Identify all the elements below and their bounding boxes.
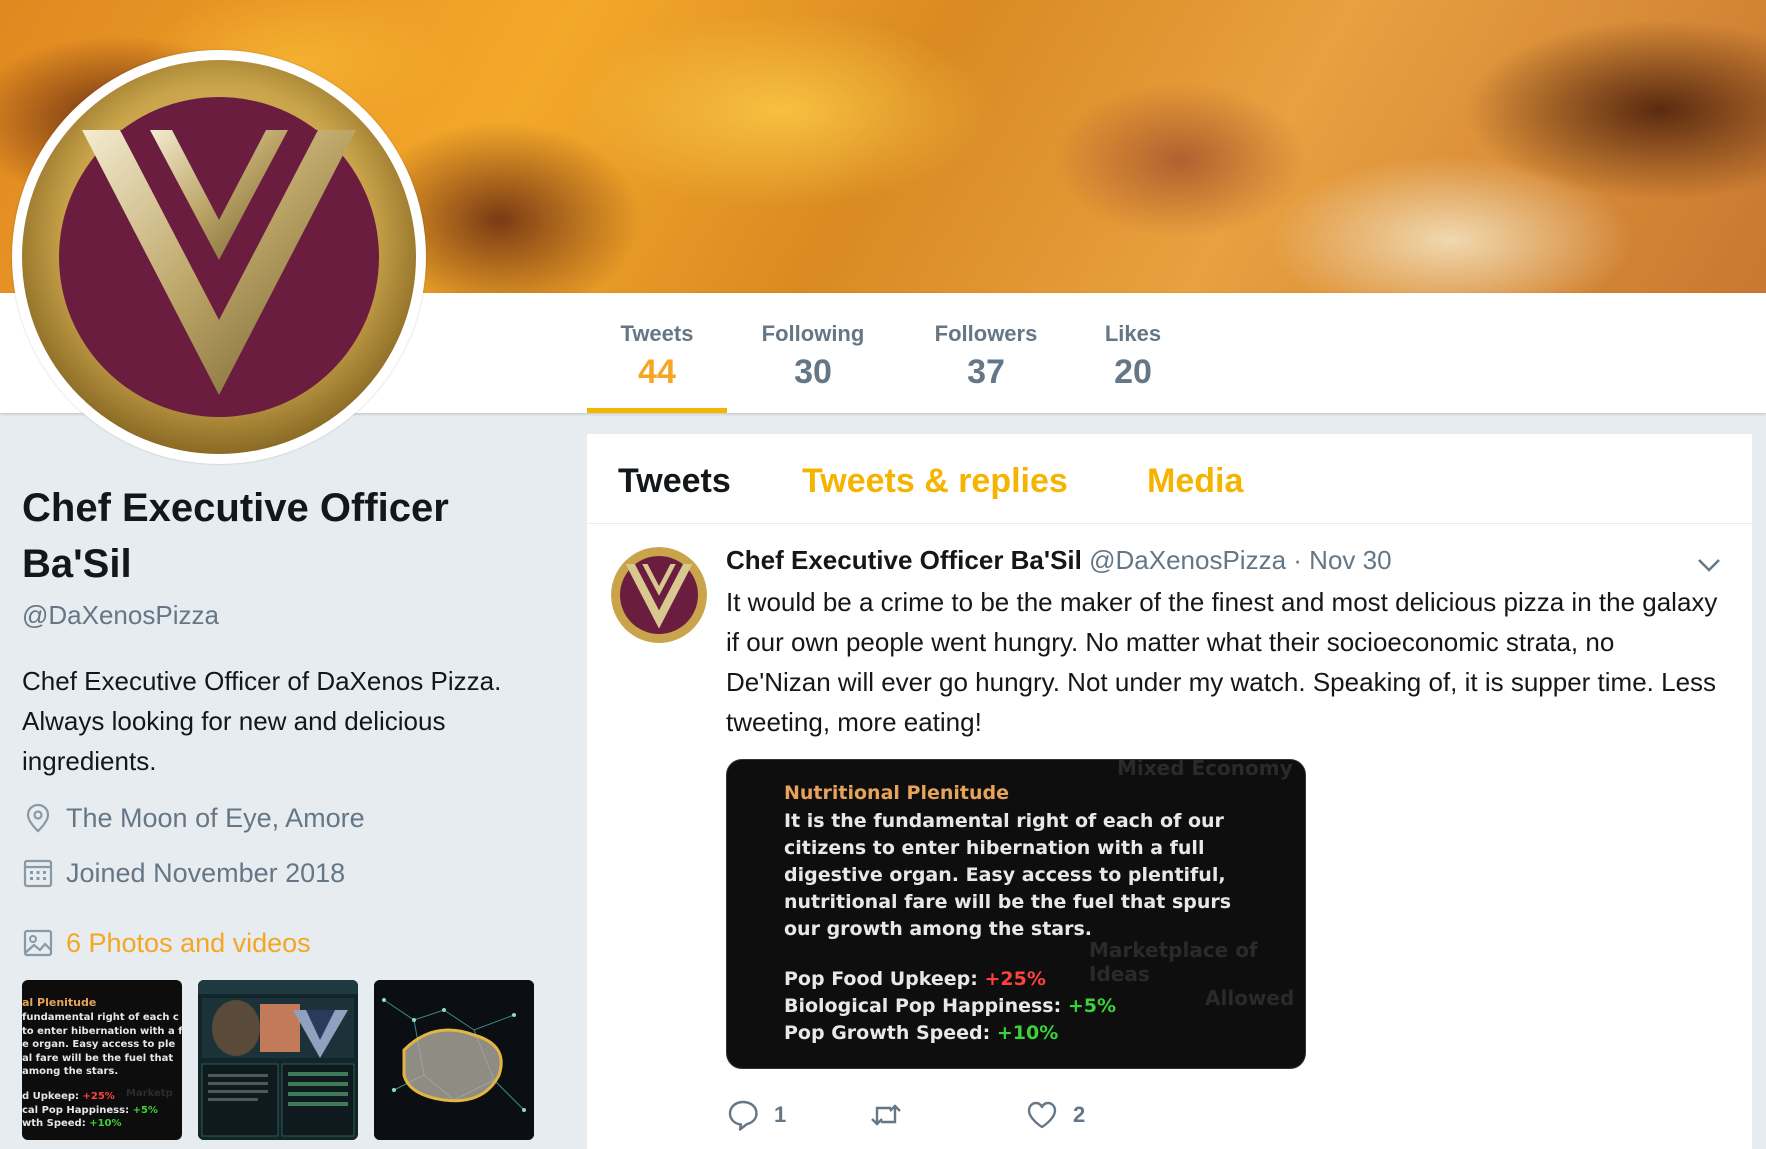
- heart-icon: [1027, 1101, 1057, 1129]
- profile-bio: Chef Executive Officer of DaXenos Pizza.…: [22, 661, 562, 781]
- chevron-down-icon[interactable]: [1694, 553, 1724, 577]
- profile-sidebar: Chef Executive Officer Ba'Sil @DaXenosPi…: [22, 480, 562, 1140]
- logo-v-emblem-icon: [22, 60, 416, 454]
- bio-line2: Always looking for new and delicious: [22, 706, 446, 736]
- location-text: The Moon of Eye, Amore: [66, 802, 365, 833]
- tweet-actions: 1 2: [726, 1098, 1326, 1138]
- tweet-text: It would be a crime to be the maker of t…: [726, 587, 1718, 737]
- profile-avatar[interactable]: [12, 50, 426, 464]
- thumb1-line: al fare will be the fuel that: [22, 1052, 174, 1064]
- bio-line1: Chef Executive Officer of DaXenos Pizza.: [22, 666, 502, 696]
- thumb1-line: among the stars.: [22, 1066, 119, 1077]
- profile-name-line2: Ba'Sil: [22, 542, 132, 586]
- stat-followers-value: 37: [967, 353, 1005, 391]
- stat-likes-label: Likes: [1104, 321, 1162, 346]
- stat-followers[interactable]: Followers 37: [922, 293, 1050, 413]
- stat-following[interactable]: Following 30: [750, 293, 876, 413]
- galaxy-map-image: [374, 980, 534, 1140]
- tweet-author-name[interactable]: Chef Executive Officer Ba'Sil: [726, 545, 1082, 575]
- thumb1-title: al Plenitude: [22, 996, 97, 1009]
- profile-location: The Moon of Eye, Amore: [22, 802, 365, 834]
- thumb1-line: e organ. Easy access to ple: [22, 1039, 176, 1050]
- bio-line3: ingredients.: [22, 746, 157, 776]
- tweet-author-handle[interactable]: @DaXenosPizza: [1089, 545, 1286, 575]
- thumb1-line: to enter hibernation with a f: [22, 1025, 182, 1037]
- media-ghost-mid: Marketplace of Ideas: [1089, 938, 1258, 986]
- photos-label: 6 Photos and videos: [66, 927, 311, 958]
- tweet-media-image[interactable]: Mixed Economy Marketplace of Ideas Allow…: [726, 759, 1306, 1069]
- tab-media[interactable]: Media: [1147, 462, 1243, 501]
- reply-button[interactable]: 1: [726, 1098, 786, 1132]
- profile-handle: @DaXenosPizza: [22, 600, 219, 630]
- like-count: 2: [1073, 1102, 1086, 1127]
- thumb1-stat1-value: +25%: [82, 1091, 115, 1102]
- stat-tweets[interactable]: Tweets 44: [587, 293, 727, 413]
- active-tab-indicator: [587, 408, 727, 413]
- timeline-panel: Tweets Tweets & replies Media Chef Execu…: [587, 434, 1752, 1149]
- photo-thumbnails: al Plenitude fundamental right of each c…: [22, 980, 542, 1140]
- profile-name-line1: Chef Executive Officer: [22, 486, 449, 530]
- location-pin-icon: [26, 803, 50, 833]
- media-stat2-label: Biological Pop Happiness:: [784, 995, 1068, 1017]
- media-stat1-value: +25%: [984, 968, 1046, 990]
- thumb1-stat3-value: +10%: [89, 1118, 122, 1129]
- tweet-item[interactable]: Chef Executive Officer Ba'Sil @DaXenosPi…: [587, 525, 1752, 1149]
- tab-tweets-and-replies[interactable]: Tweets & replies: [802, 462, 1068, 501]
- thumb1-line: fundamental right of each c: [22, 1012, 179, 1023]
- media-stats: Pop Food Upkeep: +25% Biological Pop Hap…: [784, 966, 1116, 1047]
- thumb1-stats: d Upkeep: +25% cal Pop Happiness: +5% wt…: [22, 1090, 158, 1131]
- photos-and-videos-link[interactable]: 6 Photos and videos: [22, 927, 311, 959]
- timeline-tabs: Tweets Tweets & replies Media: [587, 434, 1752, 524]
- media-stat3-label: Pop Growth Speed:: [784, 1022, 997, 1044]
- stat-likes[interactable]: Likes 20: [1096, 293, 1170, 413]
- stat-tweets-label: Tweets: [620, 321, 694, 346]
- tab-tweets[interactable]: Tweets: [618, 462, 731, 501]
- media-stat2-value: +5%: [1067, 995, 1116, 1017]
- tweet-header: Chef Executive Officer Ba'Sil @DaXenosPi…: [726, 545, 1392, 576]
- image-icon: [23, 929, 53, 957]
- profile-joined: Joined November 2018: [22, 857, 345, 889]
- media-ghost-top: Mixed Economy: [1117, 759, 1293, 780]
- media-body: It is the fundamental right of each of o…: [784, 810, 1232, 940]
- photo-thumbnail-3[interactable]: [374, 980, 534, 1140]
- tweet-author-avatar[interactable]: [611, 547, 707, 643]
- calendar-icon: [23, 859, 53, 888]
- thumb1-body: fundamental right of each c to enter hib…: [22, 1011, 182, 1079]
- profile-name: Chef Executive Officer Ba'Sil: [22, 480, 562, 592]
- thumb1-stat2-value: +5%: [132, 1104, 158, 1116]
- media-stat1-label: Pop Food Upkeep:: [784, 968, 985, 990]
- stat-followers-label: Followers: [934, 321, 1038, 346]
- stat-likes-value: 20: [1114, 353, 1152, 391]
- game-screenshot-image: [198, 980, 358, 1140]
- logo-v-emblem-icon: [611, 547, 707, 643]
- reply-count: 1: [774, 1102, 787, 1127]
- thumb1-stat3: wth Speed:: [22, 1118, 90, 1129]
- media-title: Nutritional Plenitude: [784, 782, 1009, 804]
- thumb1-stat2: cal Pop Happiness:: [22, 1104, 133, 1116]
- stat-tweets-value: 44: [638, 353, 676, 391]
- tweet-date[interactable]: · Nov 30: [1293, 545, 1391, 575]
- retweet-button[interactable]: [869, 1098, 917, 1132]
- stat-following-value: 30: [794, 353, 832, 391]
- retweet-icon: [871, 1104, 901, 1126]
- photo-thumbnail-2[interactable]: [198, 980, 358, 1140]
- photo-thumbnail-1[interactable]: al Plenitude fundamental right of each c…: [22, 980, 182, 1140]
- stat-following-label: Following: [761, 321, 865, 346]
- media-stat3-value: +10%: [996, 1022, 1059, 1044]
- reply-icon: [728, 1100, 758, 1131]
- media-ghost-bot: Allowed: [1205, 986, 1295, 1010]
- like-button[interactable]: 2: [1025, 1098, 1085, 1132]
- joined-text: Joined November 2018: [66, 857, 346, 888]
- thumb1-stat1: d Upkeep:: [22, 1091, 83, 1102]
